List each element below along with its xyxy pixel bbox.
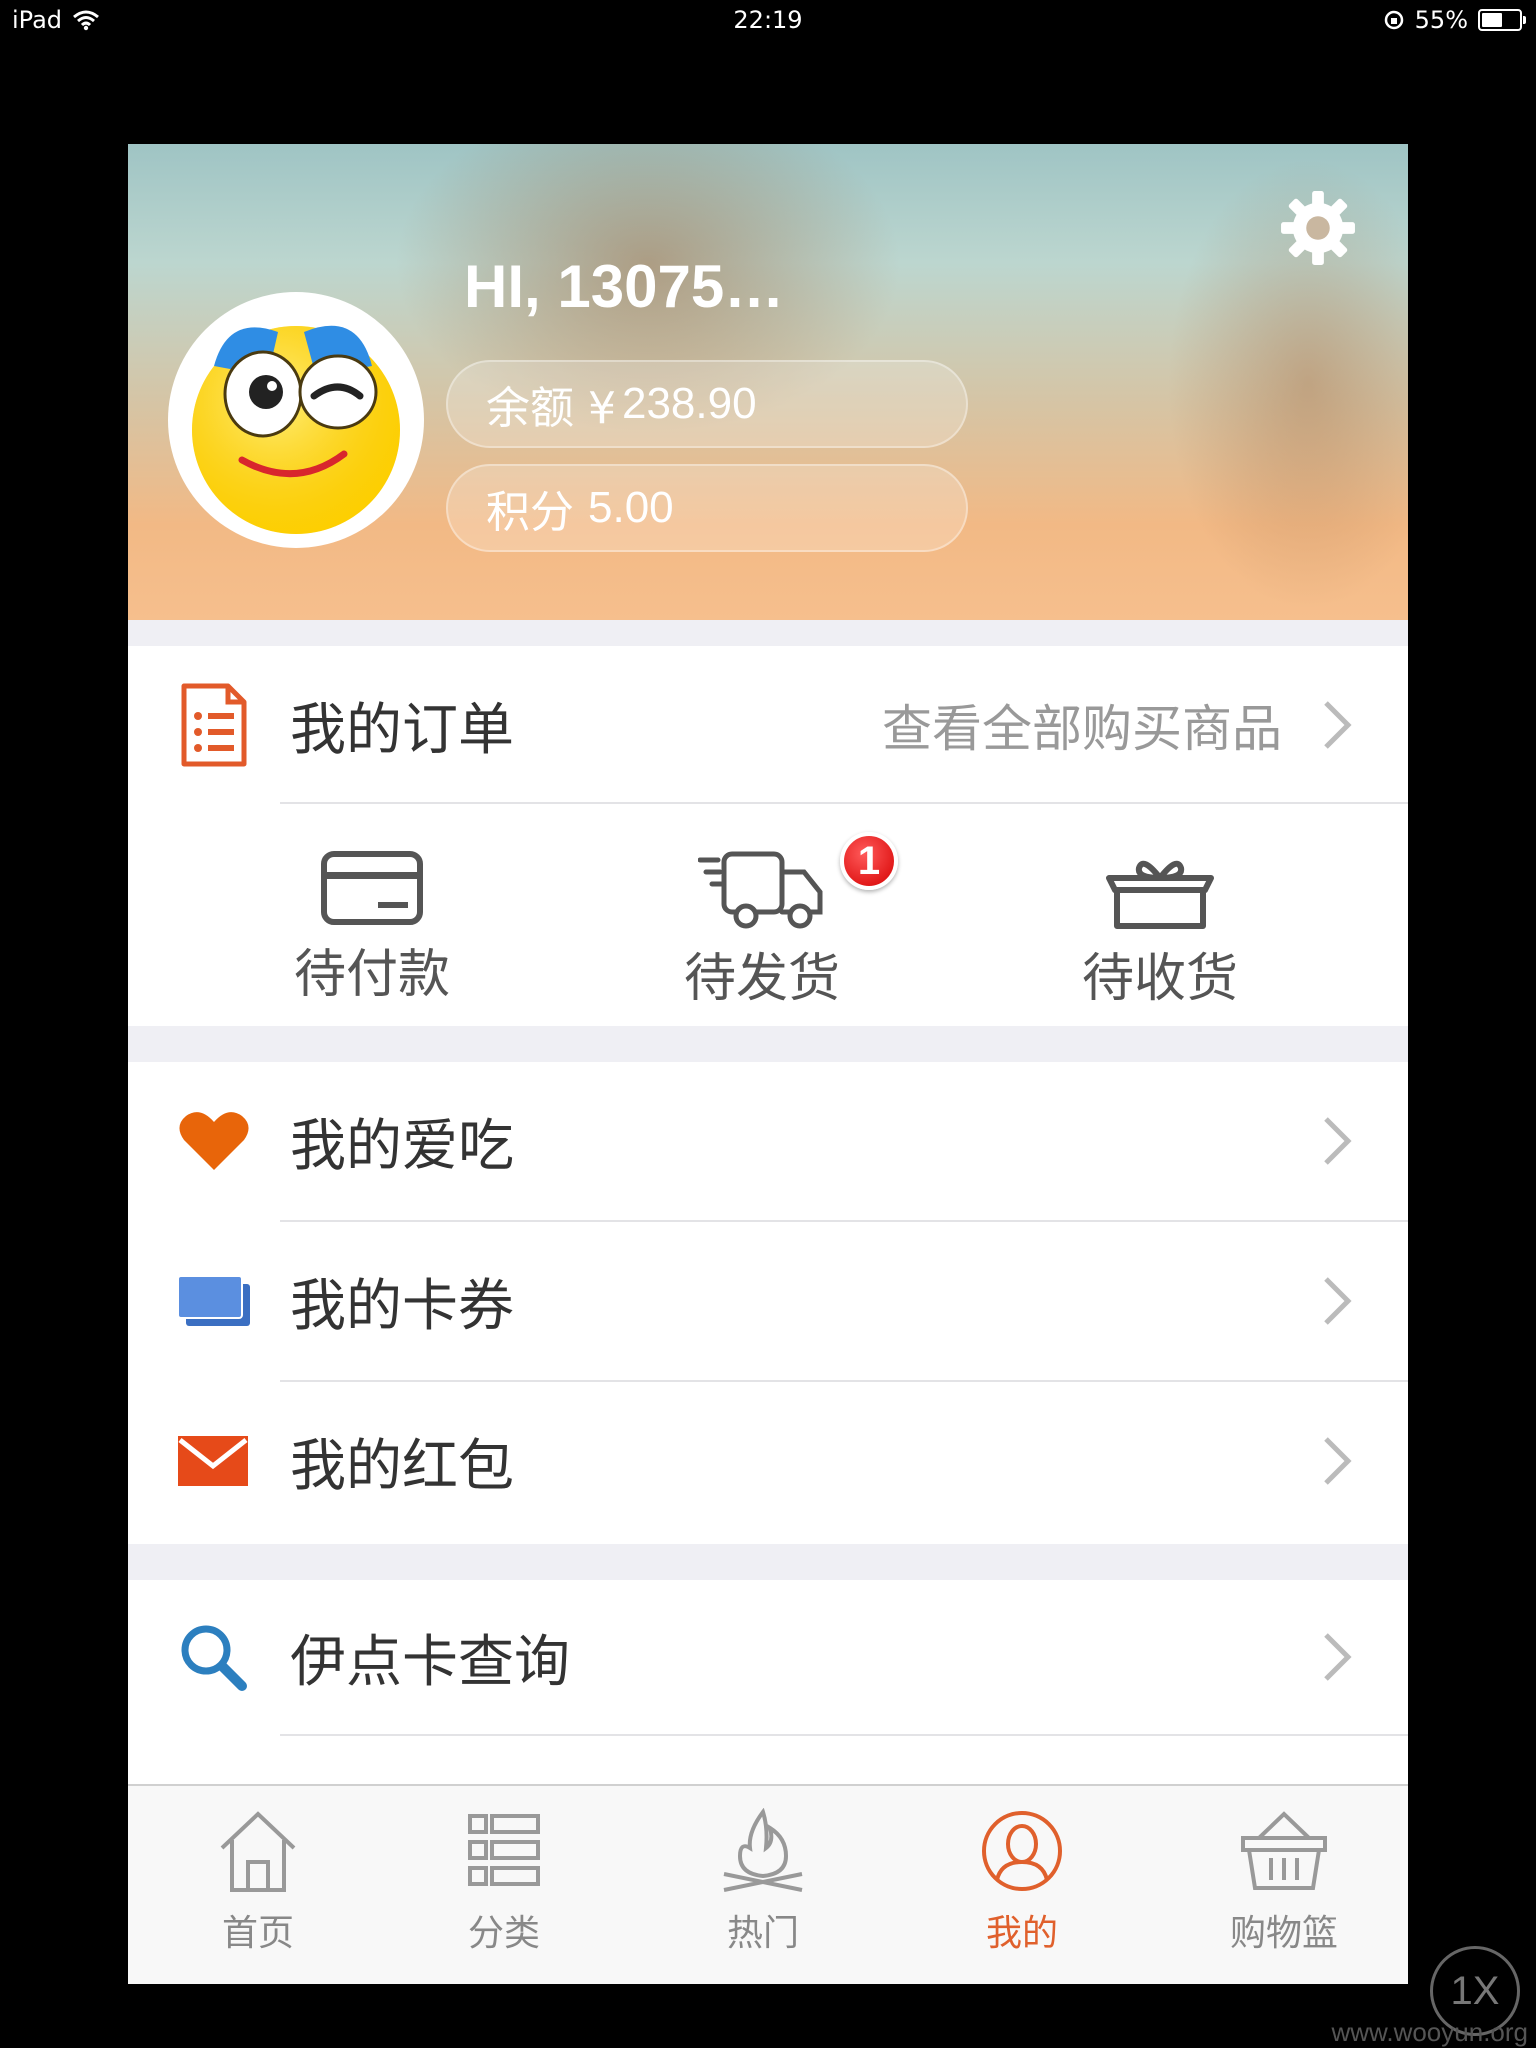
battery-icon xyxy=(1478,9,1526,31)
profile-header: HI, 13075… 余额 ¥ 238.90 积分 5.00 xyxy=(128,144,1408,620)
chevron-right-icon xyxy=(1324,1633,1352,1681)
tab-basket[interactable]: 购物篮 xyxy=(1184,1808,1384,1956)
gear-icon[interactable] xyxy=(1276,186,1360,270)
menu-item-red-packets[interactable]: 我的红包 xyxy=(128,1382,1408,1540)
menu-item-card-query[interactable]: 伊点卡查询 xyxy=(128,1580,1408,1734)
points-pill[interactable]: 积分 5.00 xyxy=(446,464,968,552)
user-icon xyxy=(982,1811,1062,1891)
points-label: 积分 xyxy=(486,487,574,538)
card-query-label: 伊点卡查询 xyxy=(290,1629,570,1695)
my-orders-label: 我的订单 xyxy=(290,697,514,763)
card-icon xyxy=(321,851,423,925)
fire-icon xyxy=(723,1808,803,1892)
tab-home[interactable]: 首页 xyxy=(158,1808,358,1956)
battery-level xyxy=(1482,13,1502,27)
favorites-label: 我的爱吃 xyxy=(290,1113,514,1179)
chevron-right-icon xyxy=(1324,1437,1352,1485)
tab-hot[interactable]: 热门 xyxy=(663,1808,863,1956)
orders-section: 我的订单 查看全部购买商品 待付款 待发货 1 待收货 xyxy=(128,646,1408,1026)
tab-mine[interactable]: 我的 xyxy=(922,1808,1122,1956)
red-packets-label: 我的红包 xyxy=(290,1433,514,1499)
watermark: www.wooyun.org xyxy=(1331,2017,1528,2047)
envelope-icon xyxy=(178,1436,248,1486)
status-pending-shipment[interactable]: 待发货 1 xyxy=(612,806,912,1011)
coupons-label: 我的卡券 xyxy=(290,1273,514,1339)
pending-shipment-label: 待发货 xyxy=(683,949,840,1009)
balance-value: 238.90 xyxy=(621,379,757,428)
battery-percent: 55% xyxy=(1414,6,1468,34)
chevron-right-icon xyxy=(1324,1277,1352,1325)
order-list-icon xyxy=(181,683,247,767)
chevron-right-icon xyxy=(1324,1117,1352,1165)
gift-box-icon xyxy=(1106,860,1214,929)
tab-hot-label: 热门 xyxy=(726,1913,799,1954)
search-icon xyxy=(181,1625,247,1691)
menu-item-favorites[interactable]: 我的爱吃 xyxy=(128,1062,1408,1220)
chevron-right-icon xyxy=(1324,701,1352,749)
menu-group-tools: 伊点卡查询 xyxy=(128,1580,1408,1790)
status-pending-payment[interactable]: 待付款 xyxy=(222,806,522,1007)
tab-mine-label: 我的 xyxy=(985,1913,1058,1954)
menu-group-favorites: 我的爱吃 我的卡券 我的红包 xyxy=(128,1062,1408,1544)
basket-icon xyxy=(1241,1811,1327,1890)
truck-icon xyxy=(698,851,823,929)
pending-payment-label: 待付款 xyxy=(293,945,450,1005)
rotation-lock-icon xyxy=(1384,10,1403,30)
avatar[interactable] xyxy=(168,292,424,548)
app-window: HI, 13075… 余额 ¥ 238.90 积分 5.00 我的订单 查看全部… xyxy=(128,144,1408,1984)
tab-basket-label: 购物篮 xyxy=(1229,1913,1338,1954)
balance-label: 余额 ¥ xyxy=(486,383,616,434)
pending-receipt-label: 待收货 xyxy=(1081,949,1238,1009)
divider xyxy=(280,1734,1408,1736)
notification-badge: 1 xyxy=(840,832,898,890)
my-orders-row[interactable]: 我的订单 查看全部购买商品 xyxy=(128,646,1408,804)
category-icon xyxy=(468,1814,540,1886)
divider xyxy=(280,802,1408,804)
tab-bar: 首页 分类 热门 我的 购物篮 xyxy=(128,1784,1408,1984)
status-bar: iPad 22:19 55% xyxy=(0,0,1536,42)
clock: 22:19 xyxy=(733,6,803,34)
status-right: 55% xyxy=(1383,6,1526,34)
order-status-grid: 待付款 待发货 1 待收货 xyxy=(128,806,1408,1026)
points-value: 5.00 xyxy=(588,483,674,532)
tab-home-label: 首页 xyxy=(221,1913,294,1954)
status-pending-receipt[interactable]: 待收货 xyxy=(1010,806,1310,1011)
avatar-emoji-icon xyxy=(192,325,400,534)
view-all-orders-link[interactable]: 查看全部购买商品 xyxy=(882,689,1282,761)
tab-category[interactable]: 分类 xyxy=(404,1808,604,1956)
menu-item-coupons[interactable]: 我的卡券 xyxy=(128,1222,1408,1380)
heart-icon xyxy=(179,1112,249,1170)
balance-pill[interactable]: 余额 ¥ 238.90 xyxy=(446,360,968,448)
greeting-text: HI, 13075… xyxy=(464,253,785,320)
home-icon xyxy=(220,1811,296,1892)
tab-category-label: 分类 xyxy=(467,1913,540,1954)
cards-icon xyxy=(178,1275,250,1326)
